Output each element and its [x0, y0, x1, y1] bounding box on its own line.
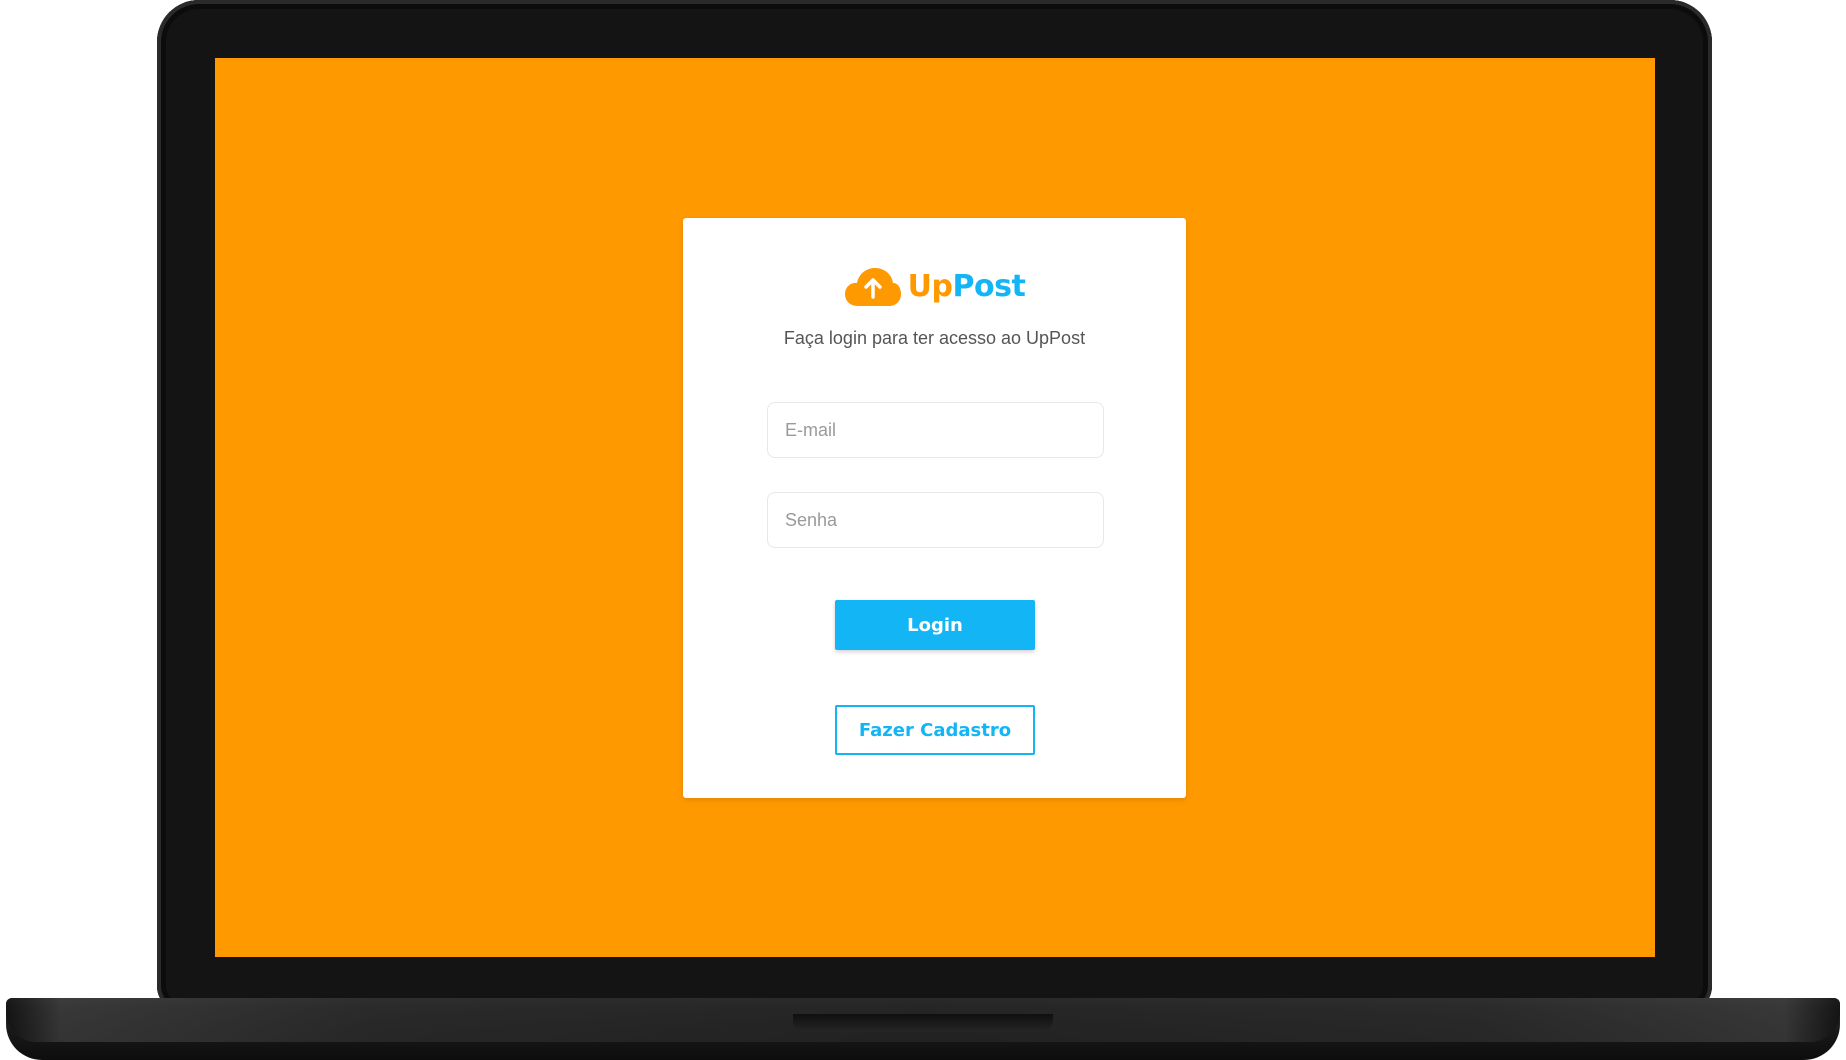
register-button[interactable]: Fazer Cadastro: [835, 705, 1035, 755]
laptop-base: [6, 998, 1840, 1060]
brand-name-up: Up: [907, 269, 953, 304]
cloud-upload-icon: [844, 266, 902, 308]
brand-name-post: Post: [952, 269, 1026, 304]
brand-logo: UpPost: [683, 264, 1186, 310]
brand-name: UpPost: [908, 272, 1026, 302]
laptop-mockup: UpPost Faça login para ter acesso ao UpP…: [0, 0, 1846, 1060]
login-subtitle: Faça login para ter acesso ao UpPost: [783, 328, 1086, 348]
laptop-notch: [793, 1014, 1053, 1032]
screen: UpPost Faça login para ter acesso ao UpP…: [215, 58, 1655, 957]
email-field[interactable]: [767, 402, 1104, 458]
login-button[interactable]: Login: [835, 600, 1035, 650]
login-card: UpPost Faça login para ter acesso ao UpP…: [683, 218, 1186, 798]
password-field[interactable]: [767, 492, 1104, 548]
